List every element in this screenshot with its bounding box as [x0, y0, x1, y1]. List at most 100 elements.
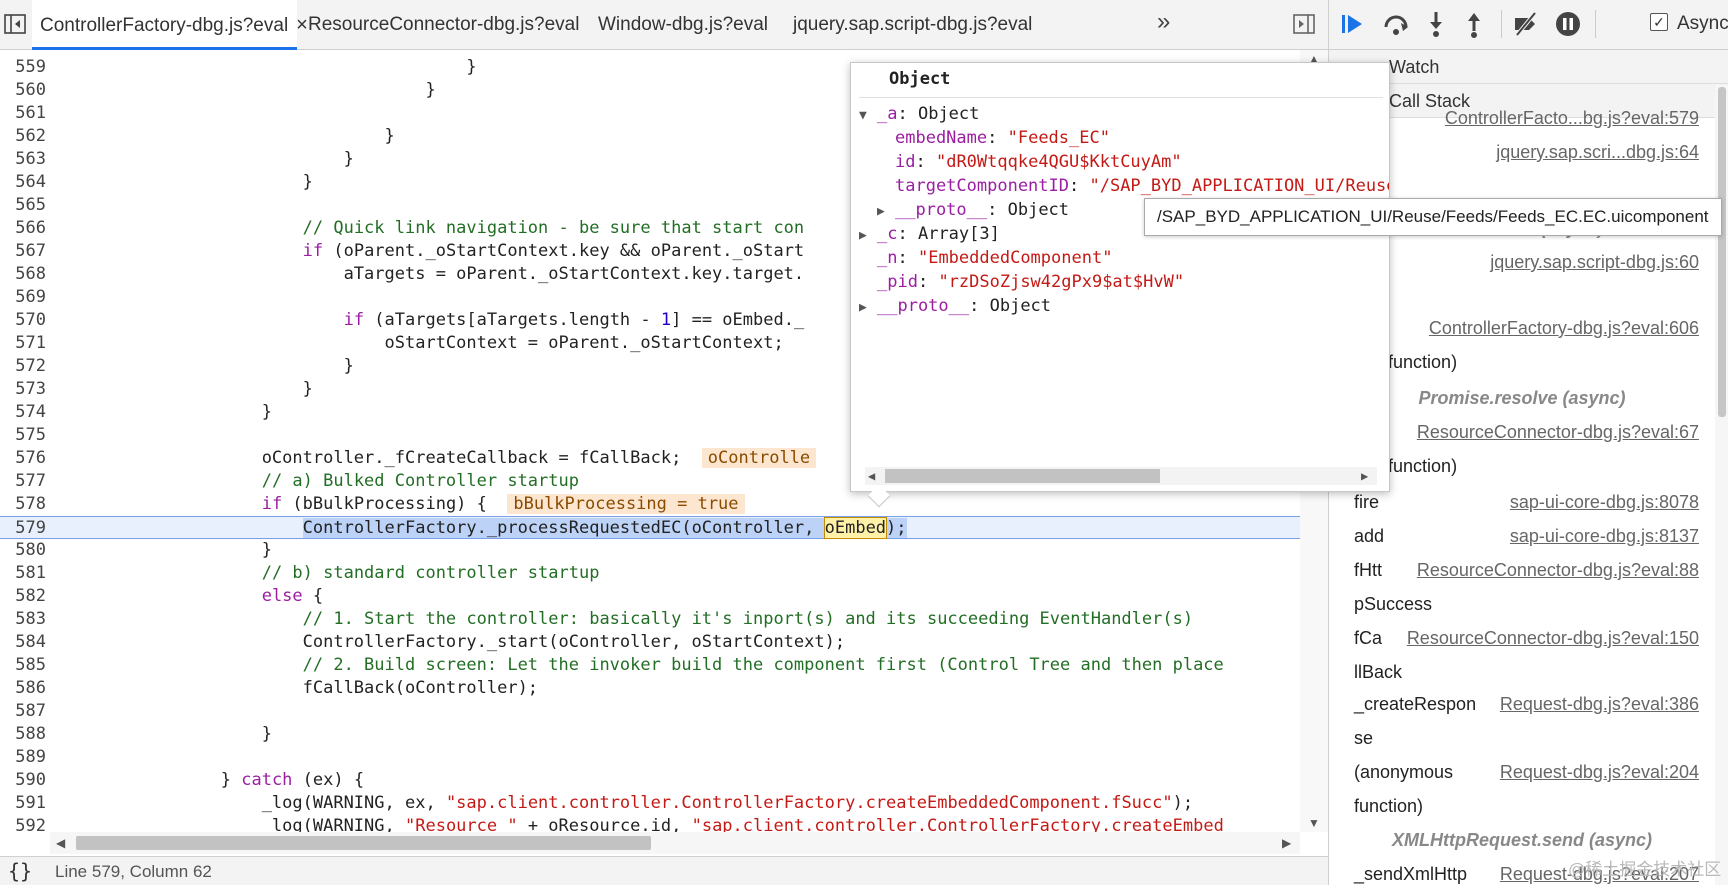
scroll-left-arrow[interactable]: ◀ — [56, 836, 65, 850]
editor-tab[interactable]: Window-dbg.js?eval — [590, 0, 770, 50]
line-number[interactable]: 575 — [0, 424, 46, 447]
code-token: (oParent._oStartContext.key && oParent._… — [323, 241, 805, 261]
line-number[interactable]: 580 — [0, 539, 46, 562]
scrollbar-thumb[interactable] — [885, 469, 1160, 483]
code-text: } — [57, 56, 476, 79]
line-number[interactable]: 582 — [0, 585, 46, 608]
editor-horizontal-scrollbar[interactable]: ◀ ▶ — [50, 832, 1300, 854]
object-property-row[interactable]: ▼ _a: Object — [859, 101, 979, 127]
line-number[interactable]: 572 — [0, 355, 46, 378]
line-number[interactable]: 560 — [0, 79, 46, 102]
line-number[interactable]: 576 — [0, 447, 46, 470]
line-number[interactable]: 590 — [0, 769, 46, 792]
line-number[interactable]: 583 — [0, 608, 46, 631]
toggle-navigator-icon[interactable] — [3, 12, 27, 36]
line-number[interactable]: 562 — [0, 125, 46, 148]
popover-horizontal-scrollbar[interactable]: ◀ ▶ — [865, 467, 1377, 485]
object-property-row[interactable]: _n: "EmbeddedComponent" — [859, 245, 1112, 271]
step-into-icon[interactable] — [1421, 9, 1451, 39]
call-frame-function: se — [1354, 728, 1374, 748]
call-frame[interactable]: (anonymous Request-dbg.js?eval:204 — [1329, 762, 1715, 790]
call-frame-location-link[interactable]: ControllerFactory-dbg.js?eval:606 — [1429, 318, 1699, 339]
call-frame-location-link[interactable]: ResourceConnector-dbg.js?eval:67 — [1417, 422, 1699, 443]
call-frame-location-link[interactable]: sap-ui-core-dbg.js:8078 — [1510, 492, 1699, 513]
line-number[interactable]: 591 — [0, 792, 46, 815]
call-frame-location-link[interactable]: Request-dbg.js?eval:204 — [1500, 762, 1699, 783]
tab-overflow-button[interactable]: » — [1157, 8, 1170, 36]
line-number[interactable]: 577 — [0, 470, 46, 493]
call-frame[interactable]: add sap-ui-core-dbg.js:8137 — [1329, 526, 1715, 554]
line-number[interactable]: 579 — [0, 517, 46, 540]
property-value: Array[3] — [917, 224, 1000, 244]
line-number[interactable]: 567 — [0, 240, 46, 263]
line-number[interactable]: 563 — [0, 148, 46, 171]
line-number[interactable]: 566 — [0, 217, 46, 240]
line-number[interactable]: 584 — [0, 631, 46, 654]
object-property-row[interactable]: _pid: "rzDSoZjsw42gPx9$at$HvW" — [859, 269, 1184, 295]
line-number[interactable]: 588 — [0, 723, 46, 746]
deactivate-breakpoints-icon[interactable] — [1511, 9, 1541, 39]
code-token: // Quick link navigation - be sure that … — [302, 218, 805, 238]
call-frame-location-link[interactable]: ControllerFacto...bg.js?eval:579 — [1445, 108, 1699, 129]
call-frame-location-link[interactable]: Request-dbg.js?eval:386 — [1500, 694, 1699, 715]
scrollbar-thumb[interactable] — [76, 836, 651, 850]
step-over-icon[interactable] — [1381, 9, 1411, 39]
pause-on-exceptions-icon[interactable] — [1553, 9, 1583, 39]
call-frame[interactable]: fCa ResourceConnector-dbg.js?eval:150 — [1329, 628, 1715, 656]
line-number[interactable]: 561 — [0, 102, 46, 125]
line-number[interactable]: 568 — [0, 263, 46, 286]
call-frame-location-link[interactable]: jquery.sap.scri...dbg.js:64 — [1496, 142, 1699, 163]
line-number[interactable]: 587 — [0, 700, 46, 723]
object-property-row[interactable]: ▶ _c: Array[3] — [859, 221, 1000, 247]
line-number[interactable]: 573 — [0, 378, 46, 401]
editor-tab[interactable]: jquery.sap.script-dbg.js?eval — [785, 0, 1085, 50]
line-number[interactable]: 570 — [0, 309, 46, 332]
line-number[interactable]: 559 — [0, 56, 46, 79]
popover-title: Object — [889, 69, 951, 89]
call-frame[interactable]: fire sap-ui-core-dbg.js:8078 — [1329, 492, 1715, 520]
expand-toggle-icon[interactable]: ▼ — [859, 103, 877, 129]
step-out-icon[interactable] — [1459, 9, 1489, 39]
scroll-right-arrow[interactable]: ▶ — [1282, 836, 1291, 850]
line-number[interactable]: 565 — [0, 194, 46, 217]
call-frame-location-link[interactable]: jquery.sap.script-dbg.js:60 — [1490, 252, 1699, 273]
scrollbar-thumb[interactable] — [1718, 87, 1726, 417]
resume-icon[interactable] — [1337, 9, 1367, 39]
scroll-down-arrow[interactable]: ▼ — [1308, 816, 1320, 830]
toggle-debugger-icon[interactable] — [1292, 12, 1316, 36]
async-checkbox[interactable]: ✓ — [1650, 13, 1668, 31]
editor-tab[interactable]: ControllerFactory-dbg.js?eval × — [32, 0, 308, 50]
tab-label: ControllerFactory-dbg.js?eval — [40, 15, 289, 36]
line-number[interactable]: 586 — [0, 677, 46, 700]
call-frame[interactable]: fHtt ResourceConnector-dbg.js?eval:88 — [1329, 560, 1715, 588]
code-text: aTargets = oParent._oStartContext.key.ta… — [57, 263, 805, 286]
line-number[interactable]: 564 — [0, 171, 46, 194]
object-property-row[interactable]: ▶ __proto__: Object — [877, 197, 1069, 223]
line-number[interactable]: 585 — [0, 654, 46, 677]
scroll-left-arrow[interactable]: ◀ — [868, 469, 875, 483]
object-property-row[interactable]: ▶ __proto__: Object — [859, 293, 1051, 319]
scroll-right-arrow[interactable]: ▶ — [1361, 469, 1368, 483]
line-number[interactable]: 569 — [0, 286, 46, 309]
object-property-row[interactable]: targetComponentID: "/SAP_BYD_APPLICATION… — [877, 173, 1389, 199]
expand-toggle-icon[interactable]: ▶ — [859, 295, 877, 321]
pretty-print-button[interactable]: {} — [8, 859, 32, 883]
line-number[interactable]: 581 — [0, 562, 46, 585]
line-number[interactable]: 592 — [0, 815, 46, 832]
call-frame-location-link[interactable]: ResourceConnector-dbg.js?eval:150 — [1407, 628, 1699, 649]
line-number[interactable]: 571 — [0, 332, 46, 355]
line-number[interactable]: 578 — [0, 493, 46, 516]
toolbar-divider — [1595, 10, 1596, 38]
line-number[interactable]: 589 — [0, 746, 46, 769]
object-property-row[interactable]: id: "dR0Wtqqke4QGU$KktCuyAm" — [877, 149, 1182, 175]
line-number[interactable]: 574 — [0, 401, 46, 424]
object-property-row[interactable]: embedName: "Feeds_EC" — [877, 125, 1110, 151]
call-frame[interactable]: _createRespon Request-dbg.js?eval:386 — [1329, 694, 1715, 722]
property-key: _a — [877, 104, 898, 124]
call-frame-location-link[interactable]: ResourceConnector-dbg.js?eval:88 — [1417, 560, 1699, 581]
call-frame-function: fCa — [1354, 628, 1383, 648]
editor-tab[interactable]: ResourceConnector-dbg.js?eval — [300, 0, 580, 50]
code-text: } — [57, 148, 354, 171]
call-frame-location-link[interactable]: sap-ui-core-dbg.js:8137 — [1510, 526, 1699, 547]
